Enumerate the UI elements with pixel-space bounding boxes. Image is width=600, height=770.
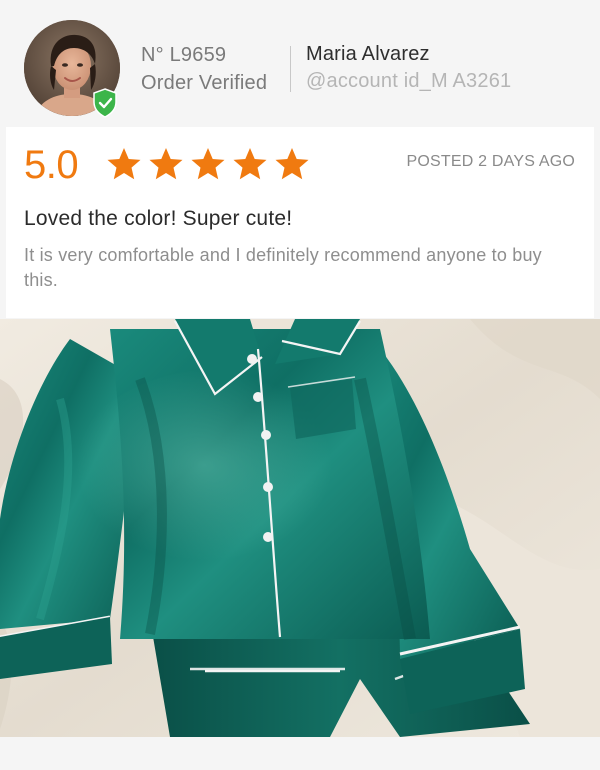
rating-score: 5.0 xyxy=(24,143,79,187)
bottom-spacer xyxy=(0,737,600,770)
review-body: It is very comfortable and I definitely … xyxy=(24,245,542,290)
review-card: 5.0 POSTED 2 DAYS AGO Loved the color! S… xyxy=(6,127,594,318)
review-photo[interactable] xyxy=(0,319,600,737)
star-rating xyxy=(106,146,310,182)
review-page: N° L9659 Order Verified Maria Alvarez @a… xyxy=(0,0,600,770)
star-icon xyxy=(107,148,141,180)
header-divider xyxy=(290,46,291,92)
review-title: Loved the color! Super cute! xyxy=(24,207,293,230)
verified-shield-icon xyxy=(92,88,118,118)
star-icon xyxy=(149,148,183,180)
order-number: N° L9659 xyxy=(141,44,227,66)
star-icon xyxy=(233,148,267,180)
reviewer-header: N° L9659 Order Verified Maria Alvarez @a… xyxy=(0,0,600,126)
star-icon xyxy=(275,148,309,180)
star-icon xyxy=(191,148,225,180)
order-status: Order Verified xyxy=(141,72,268,94)
reviewer-handle[interactable]: @account id_M A3261 xyxy=(306,70,511,93)
pajama-photo xyxy=(0,319,600,737)
reviewer-name[interactable]: Maria Alvarez xyxy=(306,43,430,66)
posted-date: POSTED 2 DAYS AGO xyxy=(406,153,575,170)
avatar-container xyxy=(24,20,120,118)
